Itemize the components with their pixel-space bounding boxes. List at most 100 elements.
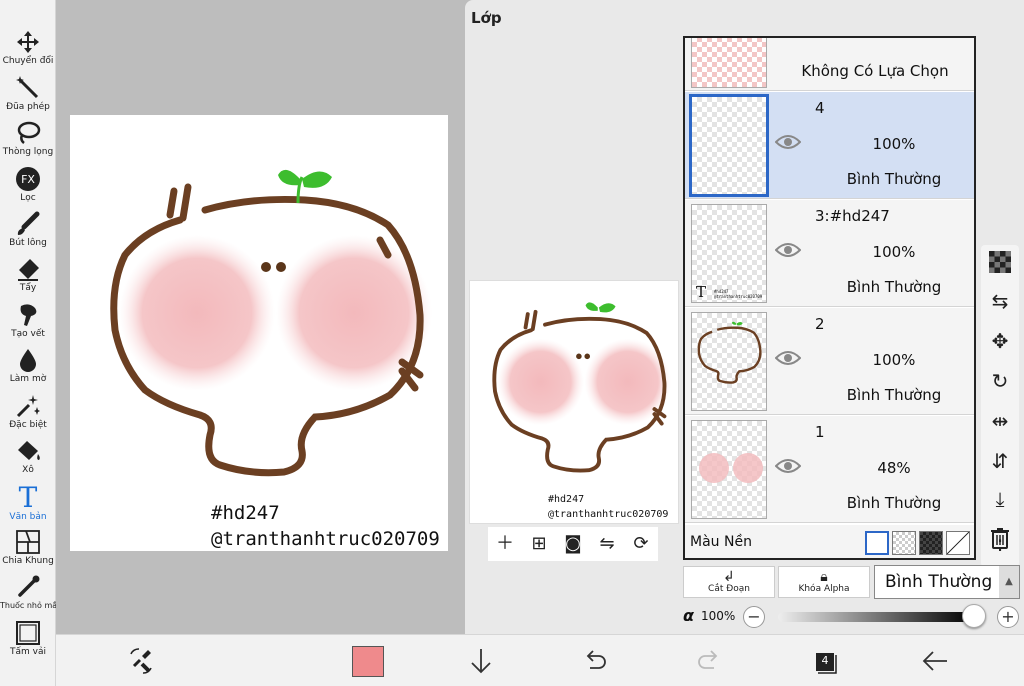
alpha-lock-button[interactable]: 🔒︎ Khóa Alpha <box>778 566 870 598</box>
layer-opacity: 100% <box>872 135 916 153</box>
layer-blend-mode: Bình Thường <box>846 494 942 512</box>
redo-icon[interactable] <box>694 646 724 676</box>
background-label: Màu Nền <box>690 534 752 550</box>
preview-drawing <box>492 302 672 473</box>
eye-icon[interactable] <box>775 242 801 258</box>
tool-lasso[interactable]: Thòng lọng <box>0 118 56 163</box>
rotate-icon[interactable]: ⟳ <box>630 533 652 555</box>
move-layer-icon[interactable]: ✥ <box>988 329 1012 353</box>
layer-thumbnail <box>691 420 767 519</box>
more-icon[interactable]: · · · <box>988 522 1012 560</box>
eraser-icon <box>18 259 39 281</box>
clipping-label: Cắt Đoạn <box>708 584 750 594</box>
opacity-slider-knob[interactable] <box>962 604 986 628</box>
layer-thumbnail <box>691 312 767 411</box>
artboard[interactable]: #hd247 @tranthanhtruc020709 <box>70 115 448 551</box>
background-row: Màu Nền <box>685 525 974 558</box>
tool-label: Văn bản <box>9 512 47 522</box>
opacity-decrease-button[interactable]: − <box>743 606 765 628</box>
tool-move[interactable]: Chuyển đổi <box>0 27 56 72</box>
clipping-button[interactable]: ↲ Cắt Đoạn <box>683 566 775 598</box>
tool-brush[interactable]: Bút lông <box>0 209 56 254</box>
thumb-signature-handle: @tranthanhtruc020709 <box>714 294 763 299</box>
background-white-swatch[interactable] <box>865 531 889 555</box>
tool-canvas[interactable]: Tấm vải <box>0 618 56 663</box>
background-checker-swatch[interactable] <box>892 531 916 555</box>
tool-smudge[interactable]: Tạo vết <box>0 300 56 345</box>
add-layer-copy-icon[interactable]: ⊞ <box>528 533 550 555</box>
layer-thumbnail <box>689 94 769 197</box>
lock-icon: 🔒︎ <box>820 569 828 585</box>
clip-arrow-icon: ↲ <box>723 569 735 585</box>
layer-list[interactable]: Không Có Lựa Chọn 4 100% Bình Thường T #… <box>683 36 976 560</box>
tool-label: Tấm vải <box>10 647 46 657</box>
blend-mode-value: Bình Thường <box>885 572 993 592</box>
signature-handle: @tranthanhtruc020709 <box>211 528 440 550</box>
text-icon: T <box>19 483 38 511</box>
layer-name: 2 <box>815 315 825 333</box>
layer-row-1[interactable]: 1 48% Bình Thường <box>685 416 974 523</box>
canvas-area[interactable]: #hd247 @tranthanhtruc020709 <box>56 0 466 634</box>
layer-row-2[interactable]: 2 100% Bình Thường <box>685 308 974 415</box>
opacity-increase-button[interactable]: + <box>997 606 1019 628</box>
layer-row-3[interactable]: T #hd247 @tranthanhtruc020709 3:#hd247 1… <box>685 200 974 307</box>
quick-tool-icon[interactable] <box>126 646 156 676</box>
artwork-drawing <box>110 169 432 477</box>
tool-label: Tạo vết <box>11 329 45 339</box>
checker-icon[interactable] <box>988 251 1012 275</box>
current-color-swatch[interactable] <box>352 646 384 677</box>
opacity-slider-row: α 100% − + <box>683 604 1023 630</box>
tool-magic-wand[interactable]: Đũa phép <box>0 73 56 118</box>
tool-eraser[interactable]: Tẩy <box>0 254 56 299</box>
tool-bar: Chuyển đổi Đũa phép Thòng lọng FX Lọc Bú… <box>0 0 61 686</box>
tool-text[interactable]: T Văn bản <box>0 481 56 526</box>
tool-label: Tẩy <box>19 283 37 293</box>
tool-label: Đặc biệt <box>9 420 47 430</box>
eye-icon[interactable] <box>775 350 801 366</box>
flip-layer-icon[interactable]: ⇹ <box>988 409 1012 433</box>
background-none-swatch[interactable] <box>946 531 970 555</box>
back-arrow-icon[interactable] <box>920 646 950 676</box>
tool-filter[interactable]: FX Lọc <box>0 164 56 209</box>
layer-blend-mode: Bình Thường <box>846 278 942 296</box>
bottom-bar: 4 <box>56 634 1024 686</box>
tool-label: Thuốc nhỏ mắt <box>0 601 61 610</box>
tool-frame-divider[interactable]: Chia Khung <box>0 527 56 572</box>
add-layer-icon[interactable]: ＋ <box>494 533 516 555</box>
layer-opacity: 100% <box>872 243 916 261</box>
layer-opacity: 48% <box>877 459 911 477</box>
opacity-slider-track[interactable] <box>778 612 974 622</box>
special-sparkle-icon <box>16 395 40 418</box>
rotate-layer-icon[interactable]: ↻ <box>988 369 1012 393</box>
tool-eyedropper[interactable]: Thuốc nhỏ mắt <box>0 572 61 617</box>
background-dark-checker-swatch[interactable] <box>919 531 943 555</box>
fx-filter-icon: FX <box>16 167 40 191</box>
layer-blend-mode: Bình Thường <box>846 386 942 404</box>
alpha-symbol: α <box>683 606 694 625</box>
download-arrow-icon[interactable] <box>466 646 496 676</box>
tool-label: Lọc <box>20 193 36 203</box>
cheeks-thumbnail <box>699 453 763 483</box>
layer-row-4[interactable]: 4 100% Bình Thường <box>685 92 974 199</box>
undo-icon[interactable] <box>580 646 610 676</box>
tool-blur[interactable]: Làm mờ <box>0 345 56 390</box>
layer-actions-column: ⇆ ✥ ↻ ⇹ ⇵ ⤓ <box>981 245 1019 567</box>
camera-icon[interactable]: ◙ <box>562 533 584 555</box>
magic-wand-icon <box>16 76 39 99</box>
blend-mode-select[interactable]: Bình Thường ▲ <box>874 565 1020 599</box>
flip-vertical-layer-icon[interactable]: ⇵ <box>988 449 1012 473</box>
layers-button[interactable]: 4 <box>812 649 837 674</box>
panel-title: Lớp <box>471 9 502 27</box>
selection-label: Không Có Lựa Chọn <box>801 62 949 80</box>
transfer-layer-icon[interactable]: ⇆ <box>988 289 1012 313</box>
layer-blend-mode: Bình Thường <box>846 170 942 188</box>
selection-layer-row[interactable]: Không Có Lựa Chọn <box>685 38 974 91</box>
layer-name: 3:#hd247 <box>815 207 890 225</box>
merge-down-icon[interactable]: ⤓ <box>988 487 1012 511</box>
preview-signature-handle: @tranthanhtruc020709 <box>548 509 669 520</box>
eye-icon[interactable] <box>775 458 801 474</box>
tool-special[interactable]: Đặc biệt <box>0 391 56 436</box>
flip-horizontal-icon[interactable]: ⇋ <box>596 533 618 555</box>
eye-icon[interactable] <box>775 134 801 150</box>
tool-bucket[interactable]: Xô <box>0 436 56 481</box>
